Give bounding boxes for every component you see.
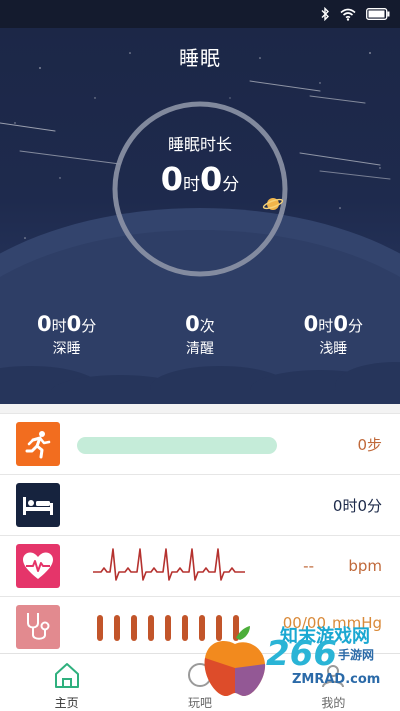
- sleep-duration-value: 0时0分: [0, 160, 400, 198]
- apple-logo-icon: [204, 626, 266, 696]
- home-icon: [53, 660, 81, 690]
- sleep-duration-label: 睡眠时长: [167, 135, 232, 154]
- deep-sleep-label: 深睡: [52, 341, 81, 357]
- watermark: 知末游戏网 266 手游网 ZMRAD.com: [188, 612, 400, 711]
- minutes-unit: 分: [222, 175, 240, 195]
- heart-rate-icon: [16, 544, 60, 588]
- sleep-stats: 0时0分 深睡 0次 清醒 0时0分 浅睡: [0, 312, 400, 358]
- bluetooth-icon: [320, 7, 330, 21]
- heart-rate-row[interactable]: -- bpm: [0, 536, 400, 596]
- running-icon: [16, 422, 60, 466]
- sleep-summary-panel: 睡眠 睡眠时长 0时0分 0时0分 深睡 0次 清醒 0时0分 浅睡: [0, 28, 400, 404]
- bed-icon: [16, 483, 60, 527]
- heart-rate-value: --: [303, 557, 314, 575]
- stethoscope-icon: [16, 605, 60, 649]
- watermark-brand: 266: [266, 634, 337, 674]
- steps-value: 0步: [357, 435, 382, 454]
- deep-sleep-stat: 0时0分 深睡: [0, 312, 133, 358]
- awake-label: 清醒: [185, 341, 214, 357]
- page-title: 睡眠: [179, 46, 221, 70]
- hours-unit: 时: [183, 175, 200, 195]
- nav-item-home[interactable]: 主页: [0, 654, 133, 711]
- sleep-row[interactable]: 0时0分: [0, 475, 400, 535]
- steps-row[interactable]: 0步: [0, 414, 400, 474]
- sleep-row-value: 0时0分: [332, 496, 382, 515]
- nav-label-home: 主页: [54, 696, 79, 710]
- battery-icon: [366, 8, 390, 20]
- sleep-minutes: 0: [200, 160, 223, 198]
- steps-progress-bar: [77, 437, 277, 454]
- watermark-line3: ZMRAD.com: [292, 672, 381, 687]
- sleep-hours: 0: [160, 160, 183, 198]
- heartbeat-waveform: [93, 548, 245, 581]
- watermark-line2: 手游网: [338, 648, 375, 662]
- awake-stat: 0次 清醒: [133, 312, 266, 358]
- wifi-icon: [340, 8, 356, 21]
- light-sleep-stat: 0时0分 浅睡: [267, 312, 400, 358]
- heart-rate-unit: bpm: [348, 557, 382, 575]
- light-sleep-label: 浅睡: [319, 341, 348, 357]
- status-bar: [0, 0, 400, 28]
- steps-progress-fill: [77, 437, 277, 454]
